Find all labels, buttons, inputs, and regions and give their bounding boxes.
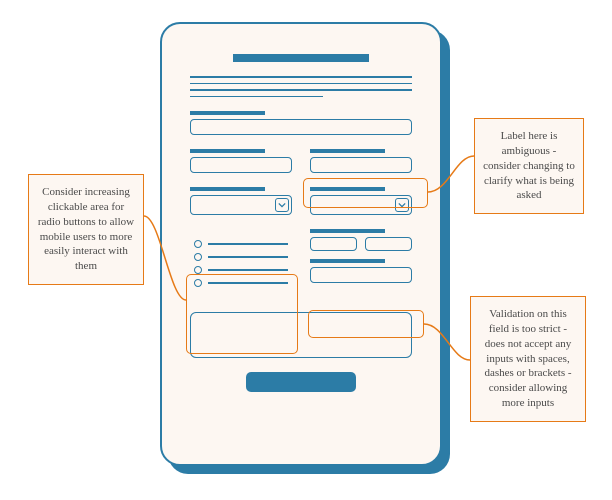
select-dropdown-button[interactable] (275, 198, 289, 212)
text-input-strict-validation[interactable] (310, 267, 412, 283)
intro-line (190, 76, 412, 78)
field-label (190, 111, 265, 115)
field-label-ambiguous (310, 149, 385, 153)
radio-option[interactable] (194, 279, 288, 287)
radio-option[interactable] (194, 240, 288, 248)
select-input[interactable] (190, 195, 292, 215)
field-label (190, 187, 265, 191)
intro-line (190, 96, 323, 98)
text-input[interactable] (190, 157, 292, 173)
annotation-note-label: Label here is ambiguous - consider chang… (474, 118, 584, 214)
field-label (310, 259, 385, 263)
form-title-bar (233, 54, 369, 62)
radio-icon (194, 279, 202, 287)
submit-button[interactable] (246, 372, 356, 392)
radio-label-line (208, 243, 288, 245)
annotation-note-validation: Validation on this field is too strict -… (470, 296, 586, 422)
radio-icon (194, 240, 202, 248)
select-dropdown-button[interactable] (395, 198, 409, 212)
intro-line (190, 89, 412, 91)
text-input-small[interactable] (365, 237, 412, 251)
textarea-input[interactable] (190, 312, 412, 358)
radio-label-line (208, 269, 288, 271)
field-label (190, 149, 265, 153)
text-input[interactable] (310, 157, 412, 173)
radio-label-line (208, 282, 288, 284)
radio-option[interactable] (194, 253, 288, 261)
chevron-down-icon (398, 201, 406, 209)
field-label (310, 187, 385, 191)
intro-line (190, 83, 412, 85)
form-wireframe-device (160, 22, 442, 466)
radio-label-line (208, 256, 288, 258)
radio-icon (194, 266, 202, 274)
chevron-down-icon (278, 201, 286, 209)
annotation-note-radios: Consider increasing clickable area for r… (28, 174, 144, 285)
field-label (310, 229, 385, 233)
select-input[interactable] (310, 195, 412, 215)
text-input[interactable] (190, 119, 412, 135)
text-input-small[interactable] (310, 237, 357, 251)
radio-group (190, 229, 292, 298)
radio-icon (194, 253, 202, 261)
radio-option[interactable] (194, 266, 288, 274)
